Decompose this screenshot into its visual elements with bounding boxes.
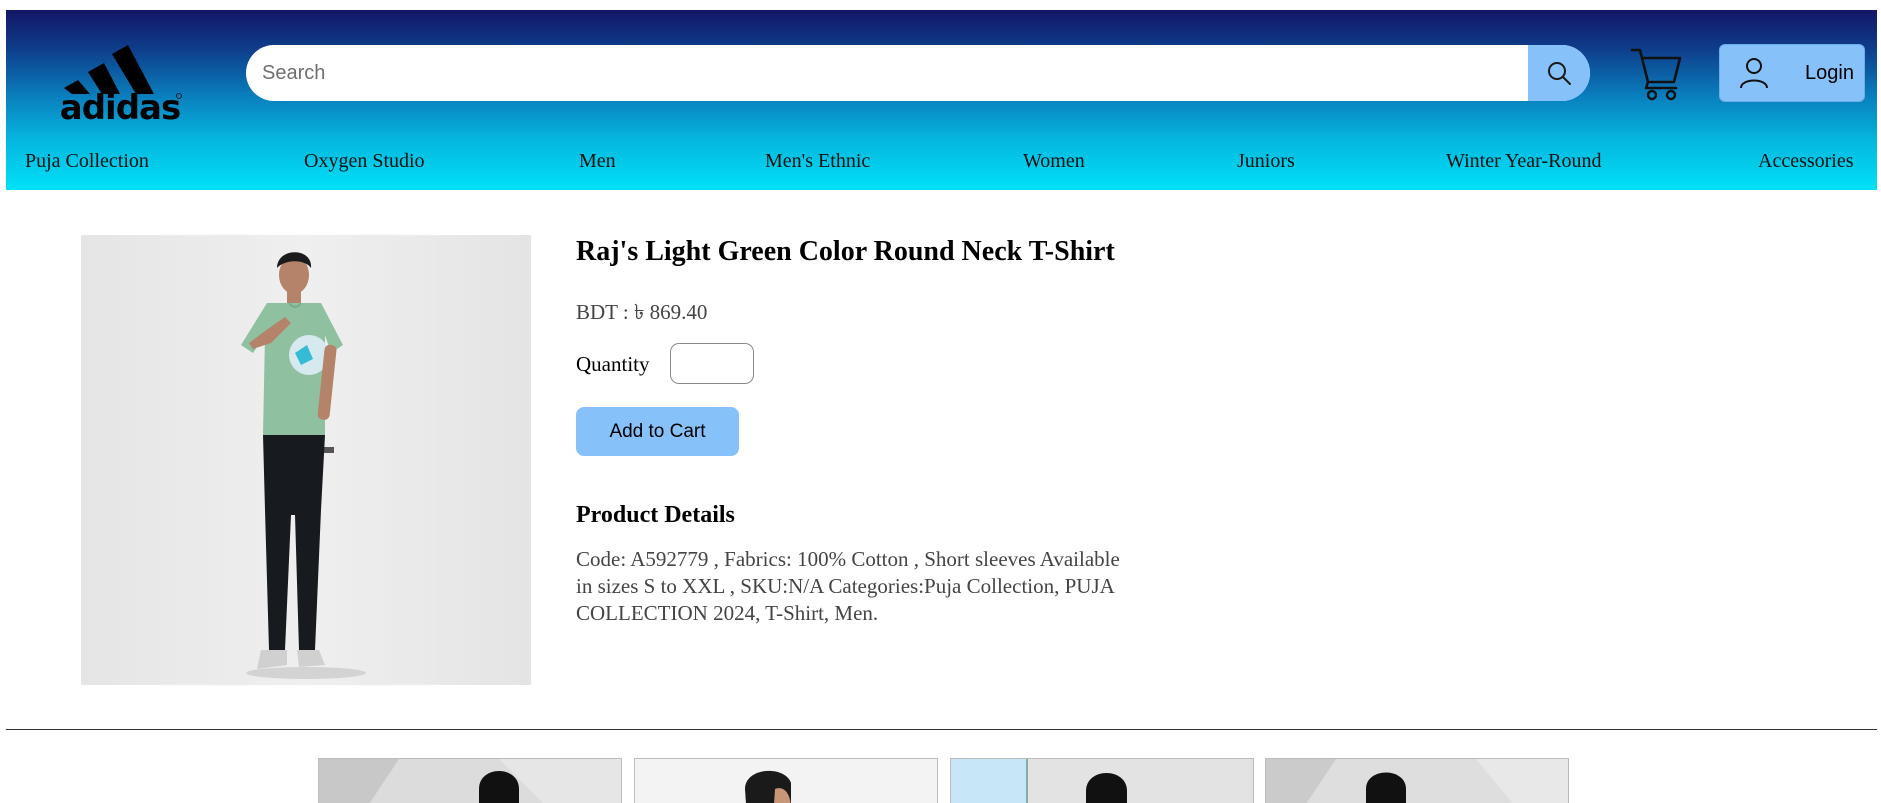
search-bar (246, 45, 1590, 101)
section-divider (6, 729, 1877, 730)
related-product-card[interactable] (1265, 758, 1569, 803)
search-icon (1548, 62, 1571, 85)
related-product-card[interactable] (318, 758, 622, 803)
product-thumbnail-icon (635, 759, 937, 803)
quantity-field[interactable] (670, 343, 754, 384)
nav-item-juniors[interactable]: Juniors (1237, 150, 1295, 173)
svg-text:adidas: adidas (60, 88, 180, 122)
nav-item-men[interactable]: Men (579, 150, 616, 173)
product-details-heading: Product Details (576, 502, 735, 528)
search-button[interactable] (1528, 45, 1590, 101)
shopping-cart-icon (1630, 48, 1682, 101)
nav-item-accessories[interactable]: Accessories (1758, 150, 1854, 173)
adidas-logo[interactable]: adidas (58, 30, 182, 122)
product-thumbnail-icon (1266, 759, 1568, 803)
product-thumbnail-icon (319, 759, 621, 803)
model-photo-icon (241, 252, 366, 679)
product-details-text: Code: A592779 , Fabrics: 100% Cotton , S… (576, 547, 1120, 625)
add-to-cart-button[interactable]: Add to Cart (576, 407, 739, 456)
cart-button[interactable] (1628, 44, 1684, 102)
product-title: Raj's Light Green Color Round Neck T-Shi… (576, 236, 1115, 267)
login-button[interactable]: Login (1719, 44, 1865, 102)
product-thumbnail-icon (951, 759, 1253, 803)
adidas-logo-icon: adidas (60, 45, 182, 122)
product-price: BDT : ৳ 869.40 (576, 300, 708, 324)
nav-item-puja-collection[interactable]: Puja Collection (25, 150, 149, 173)
site-header: adidas Login Puja Collection Oxy (6, 10, 1877, 190)
related-product-card[interactable] (634, 758, 938, 803)
login-label: Login (1805, 61, 1854, 84)
nav-item-oxygen-studio[interactable]: Oxygen Studio (304, 150, 425, 173)
search-input[interactable] (246, 45, 1522, 101)
nav-item-winter-year-round[interactable]: Winter Year-Round (1446, 150, 1601, 173)
nav-item-mens-ethnic[interactable]: Men's Ethnic (765, 150, 870, 173)
related-products (0, 758, 1881, 803)
nav-item-women[interactable]: Women (1023, 150, 1085, 173)
quantity-label: Quantity (576, 352, 650, 376)
product-image (81, 235, 531, 685)
related-product-card[interactable] (950, 758, 1254, 803)
user-icon (1740, 58, 1768, 89)
category-nav: Puja Collection Oxygen Studio Men Men's … (6, 150, 1877, 190)
